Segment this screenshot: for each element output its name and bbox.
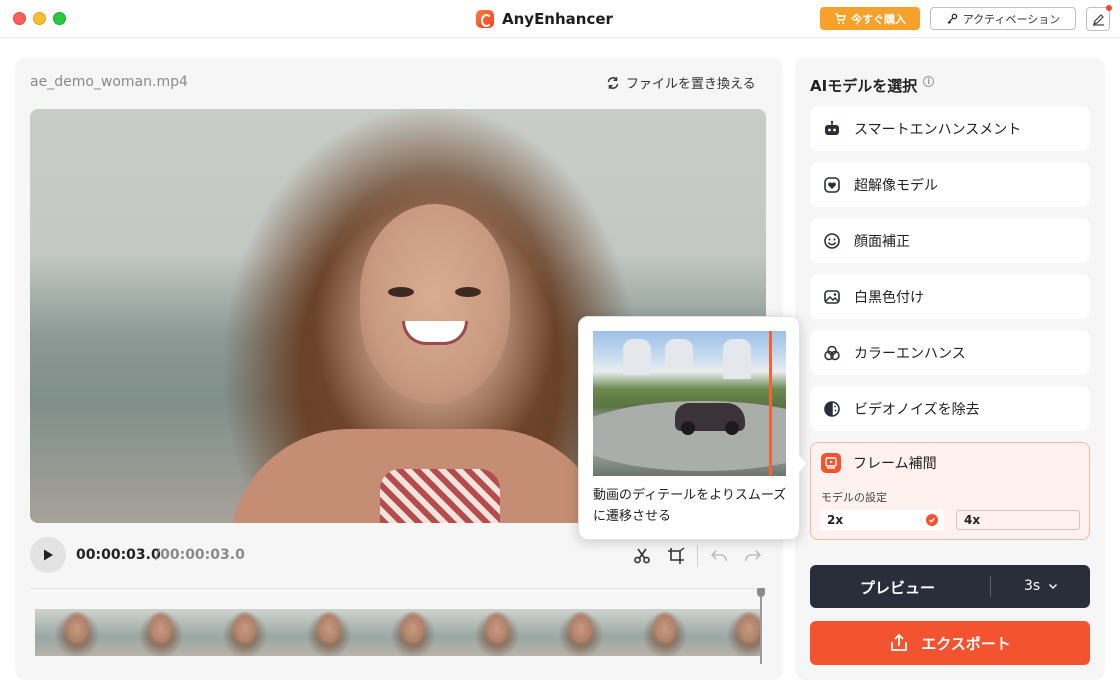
timeline-frame [707, 609, 761, 656]
total-time: /00:00:03.0 [155, 547, 245, 563]
info-icon[interactable]: i [923, 76, 935, 87]
model-item-colorize[interactable]: 白黒色付け [810, 274, 1090, 319]
timeline-frame [119, 609, 203, 656]
video-subject-dress [380, 469, 500, 523]
play-button[interactable] [30, 537, 66, 573]
timeline-frame [287, 609, 371, 656]
smile-icon [822, 231, 842, 251]
minimize-window-button[interactable] [33, 12, 46, 25]
timeline-frame [539, 609, 623, 656]
chevron-down-icon [1049, 584, 1058, 589]
check-icon [926, 514, 938, 526]
file-name: ae_demo_woman.mp4 [30, 74, 188, 90]
activation-button[interactable]: アクティベーション [930, 7, 1076, 30]
video-subject-face [360, 204, 510, 404]
preview-label: プレビュー [860, 579, 936, 597]
playhead[interactable] [760, 590, 762, 664]
tooltip-description: 動画のディテールをよりスムーズに遷移させる [593, 488, 787, 524]
model-item-label: カラーエンハンス [854, 345, 966, 362]
tooltip-car-wheel [681, 421, 695, 435]
buy-now-label: 今すぐ購入 [851, 12, 906, 26]
playhead-handle[interactable] [757, 588, 765, 597]
timeline-frame [35, 609, 119, 656]
denoise-icon [822, 399, 842, 419]
key-icon [947, 13, 958, 24]
option-2x-label: 2x [827, 513, 844, 527]
activation-label: アクティベーション [962, 12, 1061, 26]
redo-icon [745, 550, 762, 561]
frame-interpolation-label: フレーム補間 [853, 456, 937, 472]
play-icon [44, 549, 53, 561]
model-item-label: ビデオノイズを除去 [854, 401, 980, 418]
model-item-label: 白黒色付け [854, 289, 924, 306]
robot-icon [822, 119, 842, 139]
model-item-label: 顔面補正 [854, 233, 910, 250]
cart-icon [835, 12, 846, 24]
export-icon [891, 633, 908, 651]
preview-divider [990, 576, 991, 597]
frame-interpolation-tooltip: 動画のディテールをよりスムーズに遷移させる [578, 316, 800, 540]
toolbar-divider [697, 545, 698, 567]
frame-interpolation-header: フレーム補間 [821, 453, 937, 473]
colorize-photo-icon [822, 287, 842, 307]
timeline-divider [30, 588, 766, 589]
tooltip-car-wheel [725, 421, 739, 435]
frame-interpolation-icon [821, 453, 841, 473]
video-subject-eye [388, 287, 414, 297]
model-item-frame-interpolation[interactable]: フレーム補間 モデルの設定 2x 4x [810, 442, 1090, 540]
app-logo-icon [476, 10, 494, 28]
undo-button[interactable] [708, 545, 730, 567]
model-item-label: スマートエンハンスメント [854, 121, 1022, 138]
notification-dot [1106, 5, 1112, 11]
replace-file-label: ファイルを置き換える [626, 77, 756, 92]
timeline-frame [371, 609, 455, 656]
scissors-icon [634, 548, 650, 564]
feedback-button[interactable] [1086, 5, 1112, 31]
tooltip-building [723, 339, 751, 379]
pencil-icon [1092, 13, 1104, 26]
tooltip-preview-image [593, 331, 786, 476]
replace-file-button[interactable]: ファイルを置き換える [606, 73, 756, 92]
zoom-window-button[interactable] [53, 12, 66, 25]
timeline-frame [623, 609, 707, 656]
crop-icon [668, 547, 685, 564]
app-title: AnyEnhancer [476, 8, 613, 30]
option-4x-label: 4x [964, 513, 981, 527]
option-2x[interactable]: 2x [820, 510, 944, 530]
tooltip-compare-line [769, 331, 772, 476]
model-item-face-correction[interactable]: 顔面補正 [810, 218, 1090, 263]
tooltip-building [665, 339, 693, 367]
buy-now-button[interactable]: 今すぐ購入 [820, 7, 920, 30]
option-4x[interactable]: 4x [956, 510, 1080, 530]
refresh-icon [607, 76, 619, 89]
timeline-frame [203, 609, 287, 656]
export-button[interactable]: エクスポート [810, 621, 1090, 665]
preview-duration-value: 3s [1024, 578, 1041, 594]
video-subject-eye [455, 287, 481, 297]
model-item-denoise[interactable]: ビデオノイズを除去 [810, 386, 1090, 431]
timeline-frame [455, 609, 539, 656]
color-circles-icon [822, 343, 842, 363]
undo-icon [710, 550, 727, 561]
title-bar: AnyEnhancer 今すぐ購入 アクティベーション [0, 0, 1120, 38]
model-item-super-resolution[interactable]: 超解像モデル [810, 162, 1090, 207]
model-settings-label: モデルの設定 [821, 491, 887, 504]
model-item-smart-enhance[interactable]: スマートエンハンスメント [810, 106, 1090, 151]
close-window-button[interactable] [13, 12, 26, 25]
model-item-label: 超解像モデル [854, 177, 938, 194]
model-item-color-enhance[interactable]: カラーエンハンス [810, 330, 1090, 375]
tooltip-building [623, 339, 651, 375]
redo-button[interactable] [742, 545, 764, 567]
crop-button[interactable] [665, 545, 687, 567]
timeline-filmstrip[interactable] [35, 609, 761, 656]
export-label: エクスポート [921, 634, 1011, 653]
model-panel-title: AIモデルを選択 i [810, 75, 935, 96]
preview-duration-select[interactable]: 3s [1024, 578, 1058, 594]
model-panel-title-text: AIモデルを選択 [810, 77, 918, 95]
app-name: AnyEnhancer [502, 10, 613, 28]
current-time: 00:00:03.0 [76, 547, 161, 563]
preview-button[interactable]: プレビュー 3s [810, 565, 1090, 608]
heart-shield-icon [822, 175, 842, 195]
cut-button[interactable] [631, 545, 653, 567]
